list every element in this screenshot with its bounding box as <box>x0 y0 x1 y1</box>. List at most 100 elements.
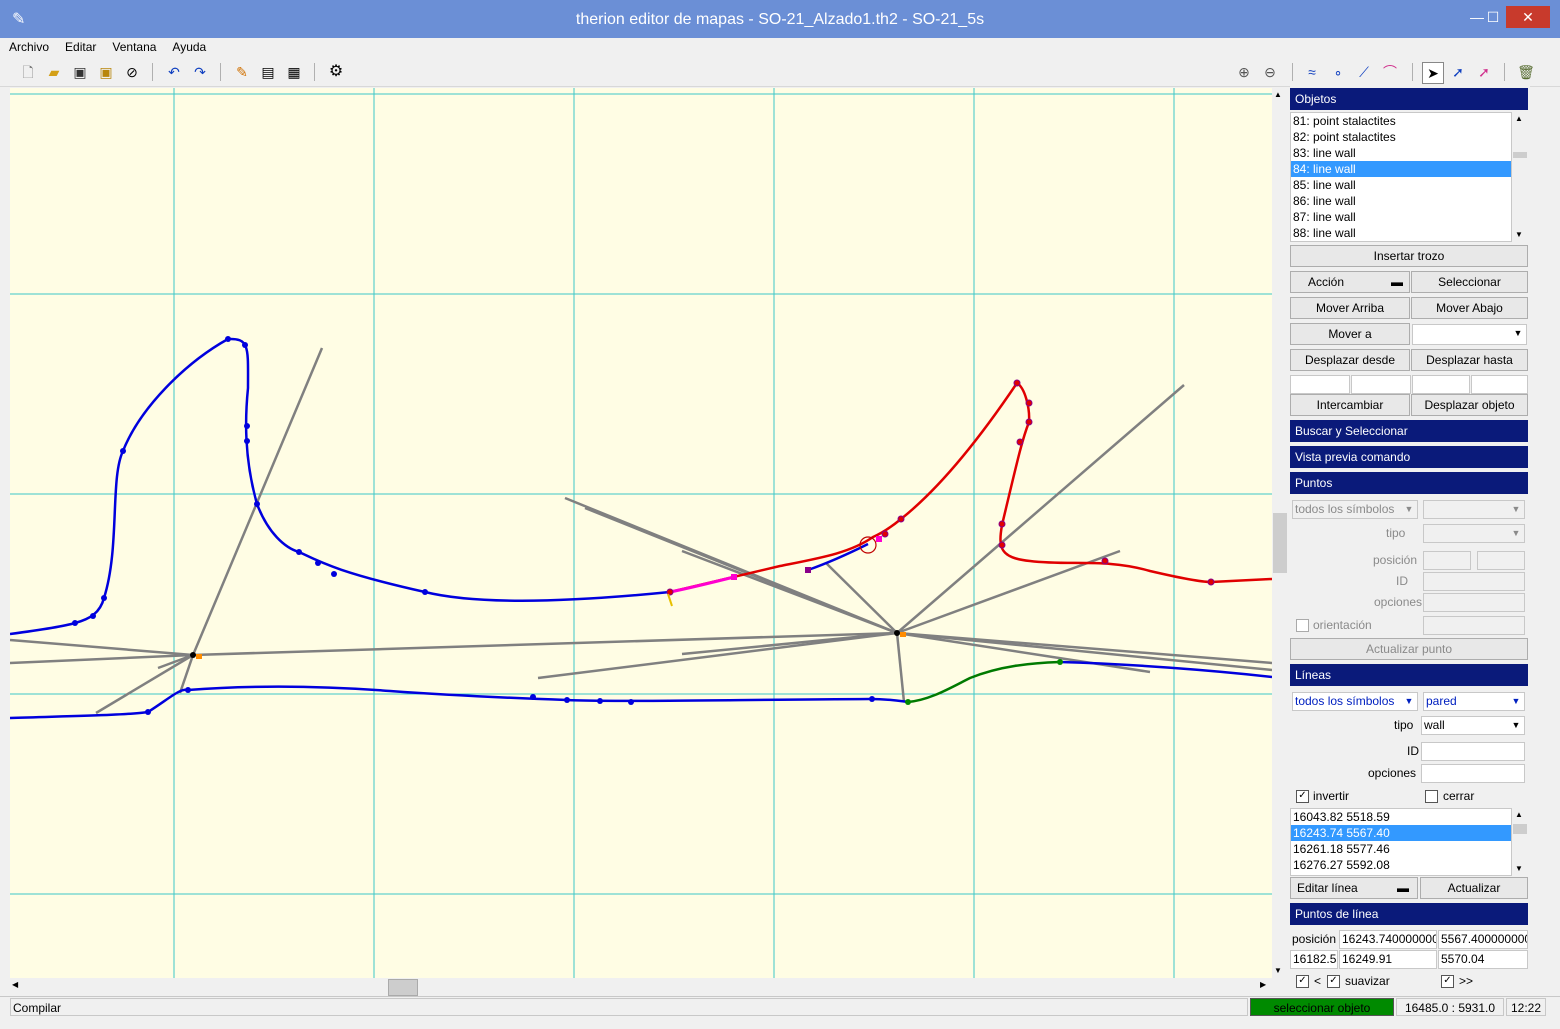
wall-line-selected-red[interactable] <box>669 381 1272 594</box>
mover-a-combo[interactable]: ▼ <box>1412 324 1527 345</box>
close-file-icon[interactable]: ⊘ <box>122 62 142 82</box>
point-tipo-combo[interactable]: ▼ <box>1423 524 1525 543</box>
select-line-icon[interactable]: ➚ <box>1448 62 1468 82</box>
open-folder-icon[interactable]: ▰ <box>44 62 64 82</box>
wall-line-lower-right[interactable] <box>1059 660 1272 679</box>
chevron-down-icon[interactable]: ▼ <box>1509 502 1523 517</box>
menu-editar[interactable]: Editar <box>56 38 103 54</box>
vertical-scroll-thumb[interactable] <box>1273 513 1287 573</box>
insert-line-segment-icon[interactable]: ⟋ <box>1354 62 1374 82</box>
trash-icon[interactable]: 🗑 <box>1516 62 1536 82</box>
prev-control-checkbox[interactable]: ✓ <box>1296 975 1309 988</box>
point-id-field[interactable] <box>1423 572 1525 591</box>
list-scroll-thumb[interactable] <box>1513 152 1527 158</box>
list-item[interactable]: 87: line wall <box>1291 209 1511 225</box>
line-point-y-field[interactable]: 5567.4000000000 <box>1438 930 1528 949</box>
list-item[interactable]: 83: line wall <box>1291 145 1511 161</box>
select-area-icon[interactable]: ➚ <box>1474 62 1494 82</box>
save-as-icon[interactable]: ▣ <box>96 62 116 82</box>
zoom-out-icon[interactable]: ⊖ <box>1260 62 1280 82</box>
point-type-combo[interactable]: ▼ <box>1423 500 1525 519</box>
desplazar-objeto-button[interactable]: Desplazar objeto <box>1411 394 1528 416</box>
objects-list[interactable]: 81: point stalactites 82: point stalacti… <box>1290 112 1512 242</box>
chevron-down-icon[interactable]: ▼ <box>1509 718 1523 733</box>
accion-menu-button[interactable]: Acción ▬ <box>1290 271 1410 293</box>
map-drawing[interactable] <box>10 88 1272 978</box>
line-points-scrollbar[interactable]: ▲ ▼ <box>1512 808 1528 876</box>
canvas-vertical-scrollbar[interactable]: ▲ ▼ <box>1272 88 1288 978</box>
red-line-points[interactable] <box>666 379 1215 596</box>
list-item[interactable]: 88: line wall <box>1291 225 1511 241</box>
line-id-field[interactable] <box>1421 742 1525 761</box>
intercambiar-button[interactable]: Intercambiar <box>1290 394 1410 416</box>
close-button[interactable]: ✕ <box>1506 6 1550 28</box>
point-opciones-field[interactable] <box>1423 593 1525 612</box>
select-arrow-icon[interactable]: ➤ <box>1422 62 1444 84</box>
line-type-combo[interactable]: pared ▼ <box>1423 692 1525 711</box>
orientacion-checkbox[interactable] <box>1296 619 1309 632</box>
seleccionar-button[interactable]: Seleccionar <box>1411 271 1528 293</box>
map-canvas[interactable] <box>10 88 1272 978</box>
desplazar-from-x-field[interactable] <box>1290 375 1350 394</box>
point-pos-y-field[interactable] <box>1477 551 1525 570</box>
vista-previa-header[interactable]: Vista previa comando <box>1290 446 1528 468</box>
scroll-up-arrow-icon[interactable]: ▲ <box>1515 810 1523 819</box>
list-item[interactable]: 16261.18 5577.46 <box>1291 841 1511 857</box>
insert-point-icon[interactable]: ∘ <box>1328 62 1348 82</box>
insert-area-icon[interactable]: ⌒ <box>1380 62 1400 82</box>
wall-line-lower[interactable] <box>10 685 909 720</box>
wall-line-upper-left[interactable] <box>10 337 671 636</box>
list-item[interactable]: 16276.27 5592.08 <box>1291 857 1511 873</box>
previous-control-point-field[interactable]: 16182.55. <box>1290 950 1338 969</box>
wall-line-short[interactable] <box>807 542 869 572</box>
puntos-header[interactable]: Puntos <box>1290 472 1528 494</box>
desplazar-hasta-button[interactable]: Desplazar hasta <box>1411 349 1528 371</box>
objetos-header[interactable]: Objetos <box>1290 88 1528 110</box>
list-item[interactable]: 82: point stalactites <box>1291 129 1511 145</box>
chevron-down-icon[interactable]: ▼ <box>1402 502 1416 517</box>
actualizar-punto-button[interactable]: Actualizar punto <box>1290 638 1528 660</box>
objects-list-scrollbar[interactable]: ▲ ▼ <box>1512 112 1528 242</box>
chevron-down-icon[interactable]: ▼ <box>1402 694 1416 709</box>
desplazar-to-x-field[interactable] <box>1412 375 1470 394</box>
control-point-y-field[interactable]: 5570.04 <box>1438 950 1528 969</box>
line-points-list[interactable]: 16043.82 5518.59 16243.74 5567.40 16261.… <box>1290 808 1512 876</box>
puntos-de-linea-header[interactable]: Puntos de línea <box>1290 903 1528 925</box>
actualizar-line-button[interactable]: Actualizar <box>1420 877 1528 899</box>
scroll-down-arrow-icon[interactable]: ▼ <box>1515 864 1523 873</box>
line-tipo-combo[interactable]: wall ▼ <box>1421 716 1525 735</box>
line-opciones-field[interactable] <box>1421 764 1525 783</box>
horizontal-scroll-thumb[interactable] <box>388 979 418 996</box>
mover-abajo-button[interactable]: Mover Abajo <box>1411 297 1528 319</box>
maximize-button[interactable]: ☐ <box>1478 6 1508 28</box>
mover-arriba-button[interactable]: Mover Arriba <box>1290 297 1410 319</box>
buscar-header[interactable]: Buscar y Seleccionar <box>1290 420 1528 442</box>
mover-a-button[interactable]: Mover a <box>1290 323 1410 345</box>
wall-line-green[interactable] <box>907 660 1061 704</box>
point-pos-x-field[interactable] <box>1423 551 1471 570</box>
suavizar-checkbox[interactable]: ✓ <box>1327 975 1340 988</box>
wall-selected-segment[interactable] <box>669 575 735 594</box>
scroll-down-arrow-icon[interactable]: ▼ <box>1274 966 1282 975</box>
point-orientacion-field[interactable] <box>1423 616 1525 635</box>
desplazar-from-y-field[interactable] <box>1351 375 1411 394</box>
line-symbols-combo[interactable]: todos los símbolos ▼ <box>1292 692 1418 711</box>
desplazar-desde-button[interactable]: Desplazar desde <box>1290 349 1410 371</box>
canvas-horizontal-scrollbar[interactable]: ◀ ▶ <box>10 978 1272 996</box>
image-icon[interactable]: ▤ <box>258 62 278 82</box>
cerrar-checkbox[interactable] <box>1425 790 1438 803</box>
scroll-up-arrow-icon[interactable]: ▲ <box>1274 90 1282 99</box>
insert-line-icon[interactable]: ≈ <box>1302 62 1322 82</box>
list-item[interactable]: 16043.82 5518.59 <box>1291 809 1511 825</box>
edit-icon[interactable]: ✎ <box>232 62 252 82</box>
list-item-selected[interactable]: 84: line wall <box>1291 161 1511 177</box>
scroll-down-arrow-icon[interactable]: ▼ <box>1515 230 1523 239</box>
control-point-x-field[interactable]: 16249.91 <box>1339 950 1437 969</box>
menu-ventana[interactable]: Ventana <box>103 38 163 54</box>
point-symbols-combo[interactable]: todos los símbolos ▼ <box>1292 500 1418 519</box>
new-file-icon[interactable]: 🗋 <box>18 62 38 82</box>
menu-archivo[interactable]: Archivo <box>0 38 56 54</box>
desplazar-to-y-field[interactable] <box>1471 375 1528 394</box>
list-item[interactable]: 86: line wall <box>1291 193 1511 209</box>
survey-stations[interactable] <box>190 593 906 659</box>
